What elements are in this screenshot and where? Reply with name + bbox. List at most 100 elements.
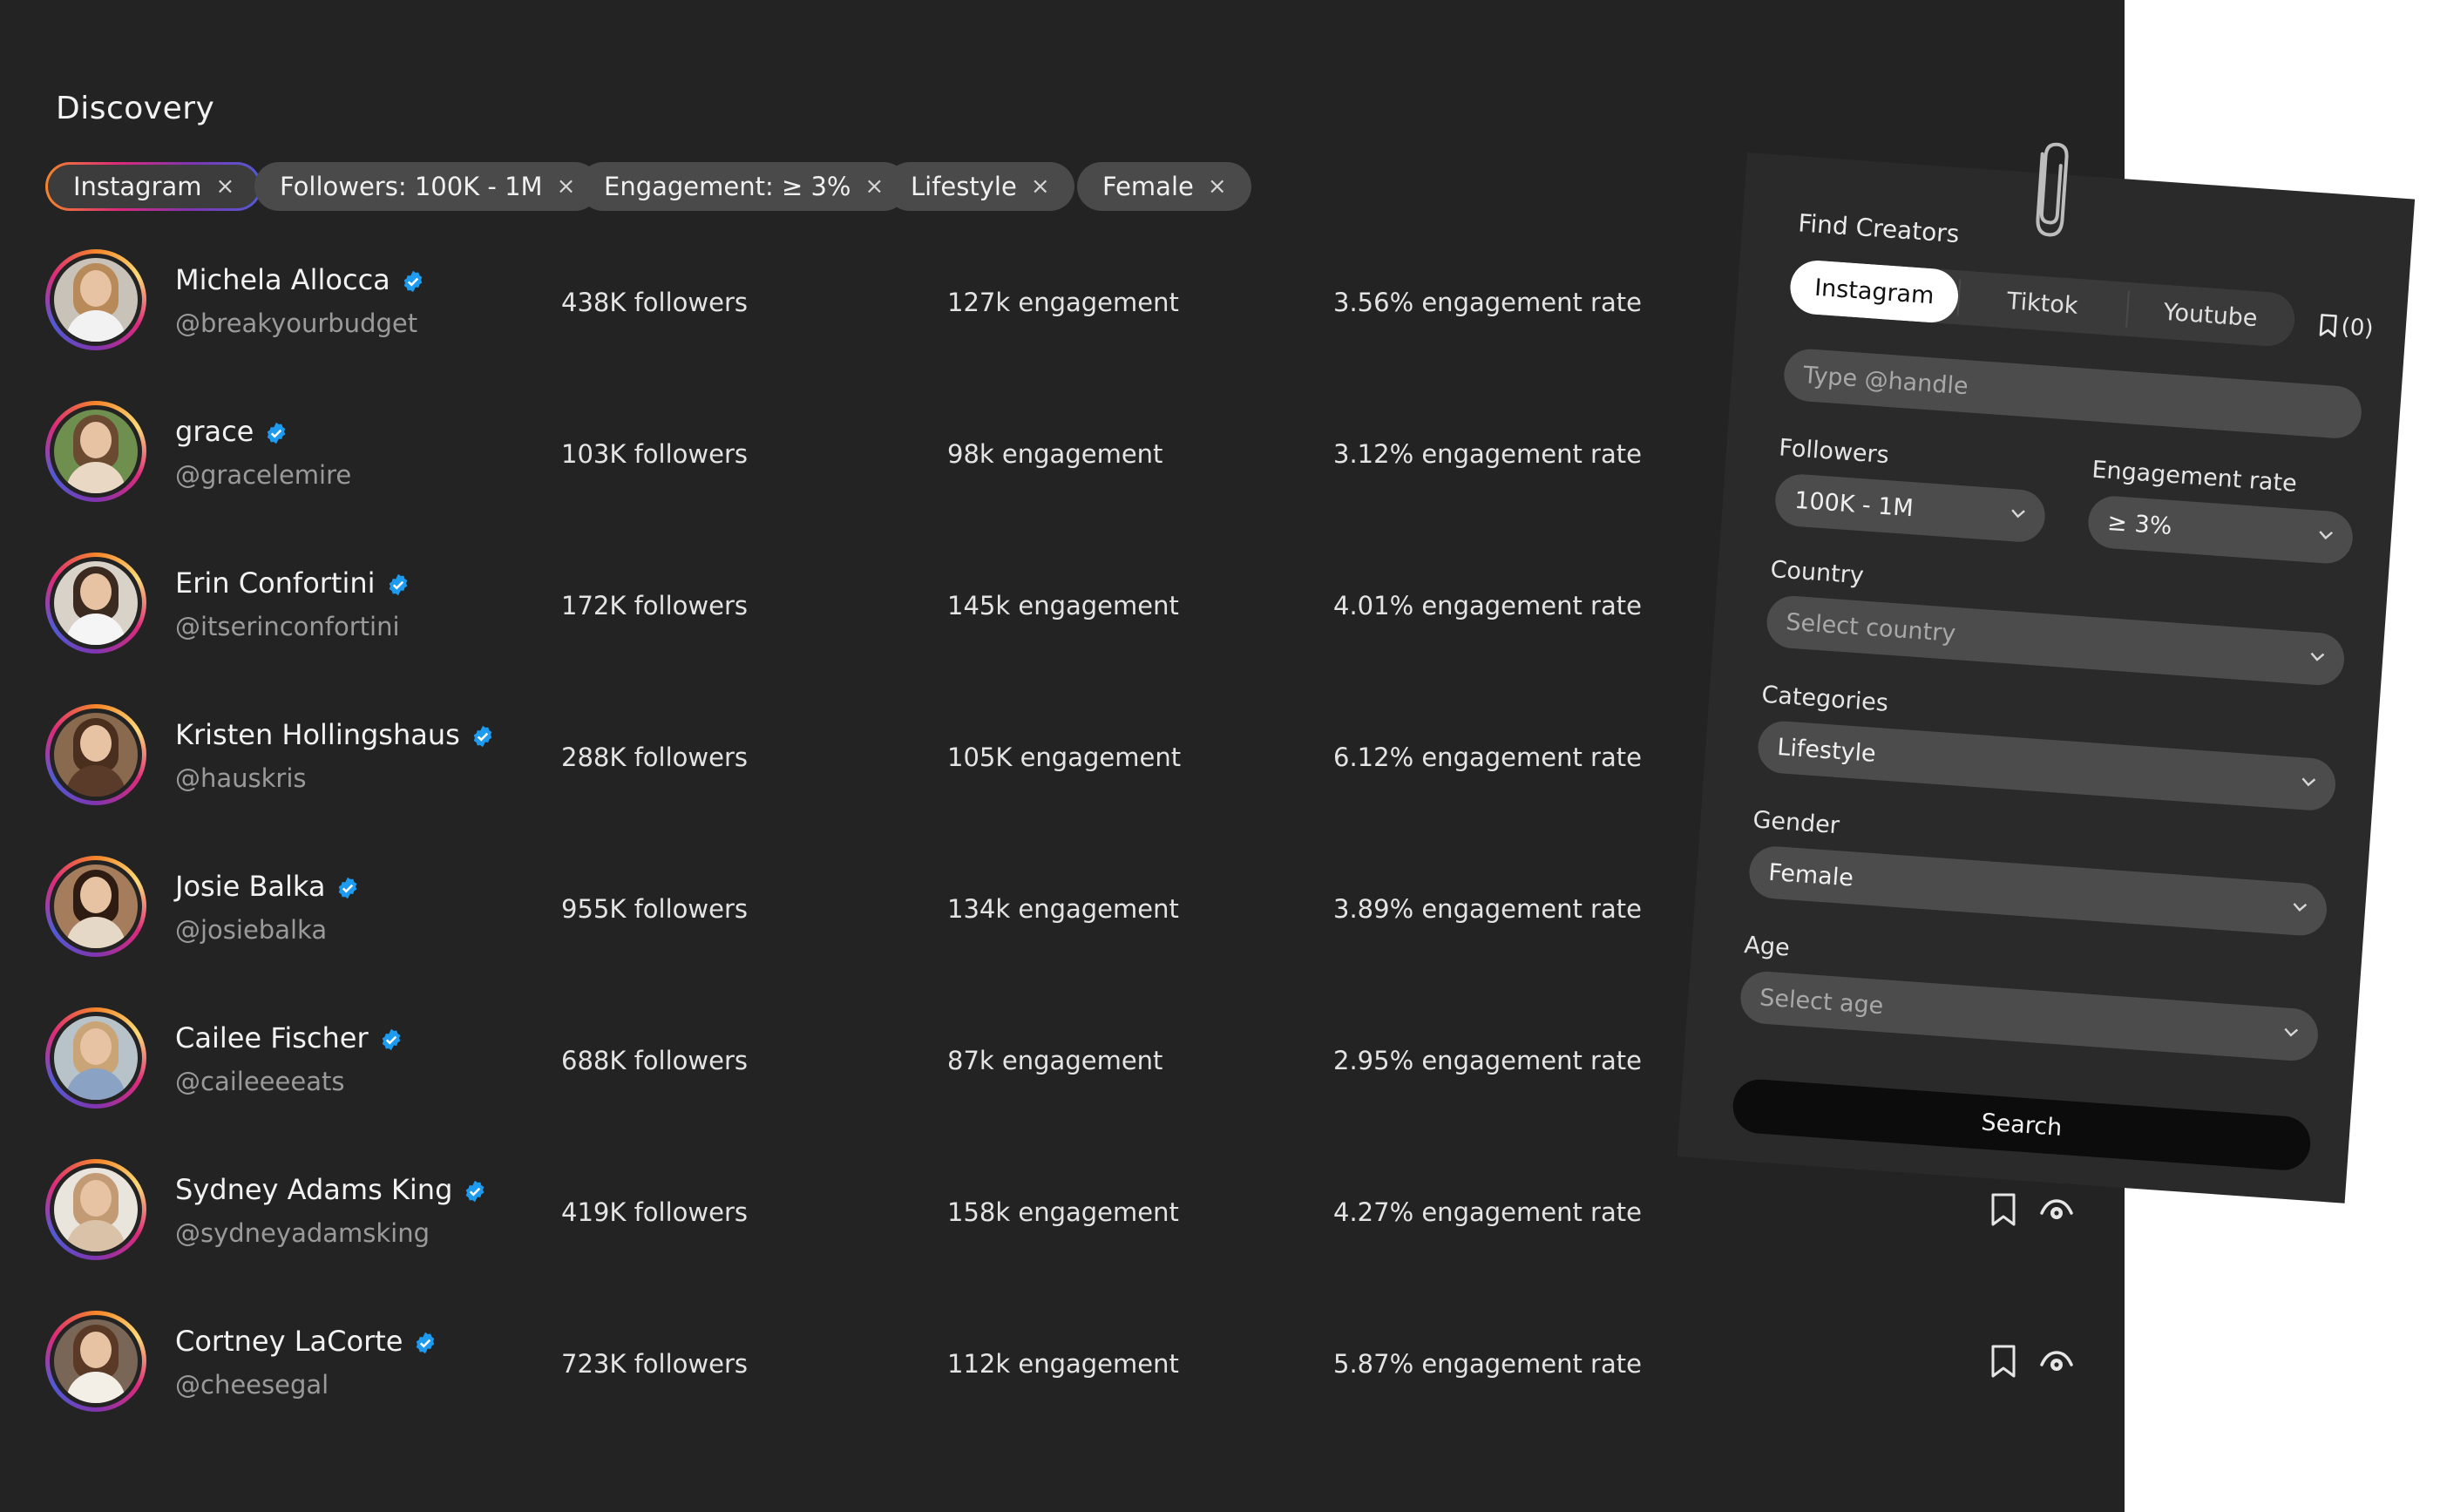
engagement-count: 87k engagement <box>947 1046 1163 1075</box>
saved-count: (0) <box>2340 314 2375 342</box>
avatar[interactable] <box>45 553 146 654</box>
engagement-rate: 4.01% engagement rate <box>1333 591 1642 620</box>
bookmark-icon[interactable] <box>1989 1344 2018 1379</box>
country-label: Country <box>1769 556 1865 590</box>
creator-name[interactable]: Josie Balka <box>175 870 360 903</box>
chip-female[interactable]: Female × <box>1077 162 1251 211</box>
engagement-rate: 3.12% engagement rate <box>1333 439 1642 469</box>
categories-select[interactable]: Lifestyle <box>1756 719 2338 812</box>
gender-select[interactable]: Female <box>1747 844 2328 938</box>
bookmark-icon <box>2319 314 2337 337</box>
platform-tabs: Instagram Tiktok Youtube <box>1788 258 2297 349</box>
avatar[interactable] <box>45 1311 146 1412</box>
verified-badge-icon <box>264 419 288 444</box>
handle-search-input[interactable]: Type @handle <box>1782 347 2363 440</box>
engagement-count: 98k engagement <box>947 439 1163 469</box>
avatar[interactable] <box>45 401 146 502</box>
creator-name[interactable]: Cailee Fischer <box>175 1021 403 1054</box>
creator-handle: @sydneyadamsking <box>175 1218 430 1248</box>
categories-label: Categories <box>1760 681 1889 717</box>
creator-handle: @caileeeeats <box>175 1067 345 1096</box>
find-creators-card: Find Creators Instagram Tiktok Youtube (… <box>1677 142 2416 1203</box>
followers-count: 419K followers <box>561 1197 748 1227</box>
close-icon[interactable]: × <box>865 173 884 200</box>
engagement-rate: 3.89% engagement rate <box>1333 894 1642 924</box>
bookmark-icon[interactable] <box>1989 1192 2018 1227</box>
creator-row[interactable]: Sydney Adams King @sydneyadamsking 419K … <box>0 1159 2125 1311</box>
country-placeholder: Select country <box>1785 607 1957 648</box>
verified-badge-icon <box>471 722 495 748</box>
creator-name[interactable]: Kristen Hollingshaus <box>175 718 495 751</box>
chevron-down-icon <box>2011 509 2025 519</box>
avatar[interactable] <box>45 249 146 350</box>
avatar[interactable] <box>45 1159 146 1260</box>
tab-tiktok[interactable]: Tiktok <box>1956 270 2128 336</box>
chip-lifestyle[interactable]: Lifestyle × <box>885 162 1074 211</box>
followers-count: 955K followers <box>561 894 748 924</box>
chip-instagram[interactable]: Instagram × <box>45 162 261 211</box>
followers-count: 438K followers <box>561 288 748 317</box>
engagement-count: 145k engagement <box>947 591 1179 620</box>
chip-label: Instagram <box>73 172 202 201</box>
chip-engagement[interactable]: Engagement: ≥ 3% × <box>579 162 909 211</box>
chip-followers[interactable]: Followers: 100K - 1M × <box>254 162 600 211</box>
engagement-rate-value: ≥ 3% <box>2106 508 2173 540</box>
followers-count: 103K followers <box>561 439 748 469</box>
chevron-down-icon <box>2319 531 2334 540</box>
creator-name[interactable]: Michela Allocca <box>175 263 425 296</box>
avatar[interactable] <box>45 856 146 957</box>
followers-count: 172K followers <box>561 591 748 620</box>
creator-name[interactable]: Erin Confortini <box>175 566 410 600</box>
saved-creators-button[interactable]: (0) <box>2318 312 2375 342</box>
creator-row[interactable]: Cortney LaCorte @cheesegal 723K follower… <box>0 1311 2125 1462</box>
close-icon[interactable]: × <box>557 173 576 200</box>
gender-value: Female <box>1767 858 1854 892</box>
creator-name[interactable]: Sydney Adams King <box>175 1173 487 1206</box>
chevron-down-icon <box>2301 777 2316 787</box>
engagement-rate: 3.56% engagement rate <box>1333 288 1642 317</box>
country-select[interactable]: Select country <box>1765 593 2347 688</box>
eye-icon[interactable] <box>2039 1346 2074 1377</box>
close-icon[interactable]: × <box>1208 173 1227 200</box>
chip-label: Followers: 100K - 1M <box>280 172 543 201</box>
creator-handle: @hauskris <box>175 763 307 793</box>
creator-name[interactable]: grace <box>175 415 288 448</box>
age-select[interactable]: Select age <box>1738 969 2320 1063</box>
creator-name[interactable]: Cortney LaCorte <box>175 1325 437 1358</box>
verified-badge-icon <box>401 268 425 293</box>
close-icon[interactable]: × <box>1031 173 1050 200</box>
engagement-count: 105K engagement <box>947 742 1182 772</box>
chip-label: Lifestyle <box>911 172 1017 201</box>
engagement-count: 158k engagement <box>947 1197 1179 1227</box>
followers-select[interactable]: 100K - 1M <box>1773 472 2047 544</box>
engagement-rate-select[interactable]: ≥ 3% <box>2086 494 2355 566</box>
avatar[interactable] <box>45 704 146 805</box>
creator-handle: @josiebalka <box>175 915 328 945</box>
age-label: Age <box>1743 932 1791 962</box>
gender-label: Gender <box>1752 806 1840 840</box>
paperclip-icon <box>2036 142 2069 237</box>
eye-icon[interactable] <box>2039 1194 2074 1225</box>
verified-badge-icon <box>386 571 410 596</box>
engagement-rate-label: Engagement rate <box>2091 456 2298 498</box>
row-actions <box>1989 1192 2076 1227</box>
followers-count: 288K followers <box>561 742 748 772</box>
card-title: Find Creators <box>1797 208 1961 249</box>
verified-badge-icon <box>379 1026 403 1051</box>
categories-value: Lifestyle <box>1776 733 1877 768</box>
tab-youtube[interactable]: Youtube <box>2125 282 2296 348</box>
engagement-count: 127k engagement <box>947 288 1179 317</box>
engagement-rate: 2.95% engagement rate <box>1333 1046 1642 1075</box>
avatar[interactable] <box>45 1007 146 1109</box>
chip-label: Female <box>1102 172 1194 201</box>
followers-value: 100K - 1M <box>1793 486 1915 522</box>
chevron-down-icon <box>2284 1027 2299 1037</box>
verified-badge-icon <box>336 874 360 899</box>
tab-instagram[interactable]: Instagram <box>1788 258 1961 325</box>
engagement-rate: 5.87% engagement rate <box>1333 1349 1642 1379</box>
search-button[interactable]: Search <box>1731 1077 2313 1172</box>
engagement-rate: 6.12% engagement rate <box>1333 742 1642 772</box>
engagement-rate: 4.27% engagement rate <box>1333 1197 1642 1227</box>
creator-handle: @gracelemire <box>175 460 352 490</box>
close-icon[interactable]: × <box>216 173 235 200</box>
